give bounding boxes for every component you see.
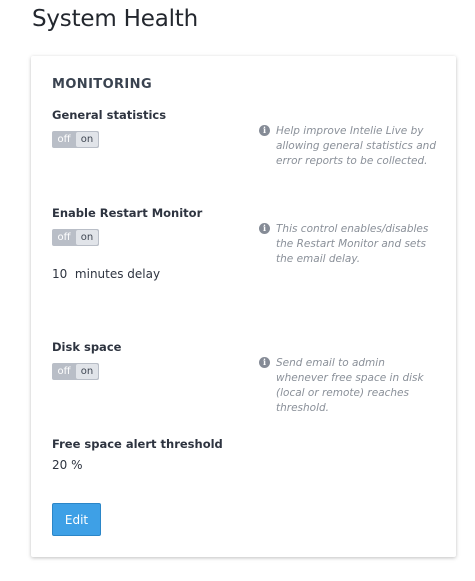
toggle-off-option[interactable]: off [53, 132, 75, 147]
disk-space-label: Disk space [52, 340, 122, 354]
section-title: MONITORING [52, 77, 153, 92]
page-title: System Health [32, 6, 199, 32]
restart-monitor-toggle[interactable]: off on [52, 229, 99, 246]
info-icon: i [259, 357, 270, 368]
general-statistics-label: General statistics [52, 108, 167, 122]
threshold-value: 20 % [52, 458, 83, 472]
general-statistics-help-text: Help improve Intelie Live by allowing ge… [276, 125, 436, 167]
disk-space-toggle[interactable]: off on [52, 363, 99, 380]
edit-button[interactable]: Edit [52, 503, 101, 536]
info-icon: i [259, 223, 270, 234]
restart-monitor-help-text: This control enables/disables the Restar… [276, 223, 429, 265]
general-statistics-toggle[interactable]: off on [52, 131, 99, 148]
monitoring-card: MONITORING General statistics off on i H… [31, 56, 456, 557]
restart-monitor-label: Enable Restart Monitor [52, 206, 203, 220]
toggle-on-option[interactable]: on [76, 364, 98, 379]
restart-delay-unit: minutes delay [74, 267, 161, 281]
toggle-on-option[interactable]: on [76, 132, 98, 147]
disk-space-help: i Send email to admin whenever free spac… [259, 356, 436, 416]
threshold-label: Free space alert threshold [52, 437, 223, 451]
toggle-on-option[interactable]: on [76, 230, 98, 245]
restart-delay: 10 minutes delay [52, 267, 160, 281]
restart-monitor-help: i This control enables/disables the Rest… [259, 222, 436, 267]
general-statistics-help: i Help improve Intelie Live by allowing … [259, 124, 436, 169]
toggle-off-option[interactable]: off [53, 230, 75, 245]
disk-space-help-text: Send email to admin whenever free space … [276, 357, 424, 414]
info-icon: i [259, 125, 270, 136]
restart-delay-value: 10 [52, 267, 68, 281]
toggle-off-option[interactable]: off [53, 364, 75, 379]
